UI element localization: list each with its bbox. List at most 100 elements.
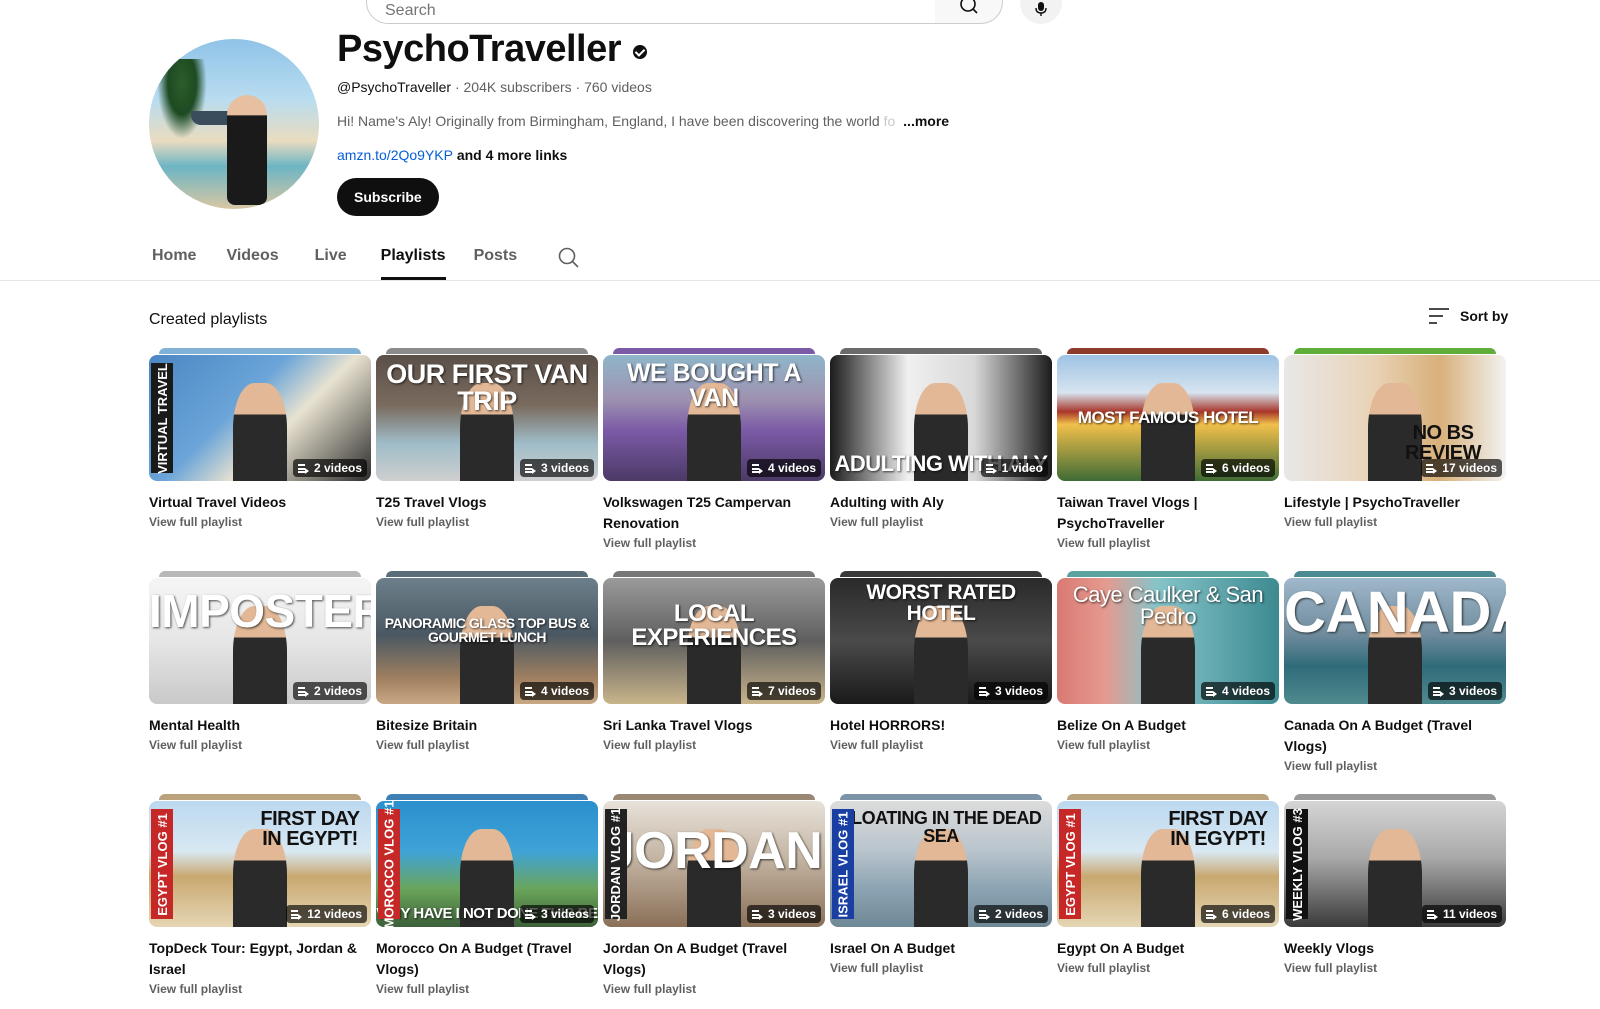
playlist-thumbnail[interactable]: NO BS REVIEW 17 videos <box>1284 355 1506 481</box>
playlist-thumbnail-stack[interactable]: LET'S REVISIT VIRTUAL TRAVEL 2 videos <box>149 348 371 482</box>
playlist-thumbnail[interactable]: LOCAL EXPERIENCES 7 videos <box>603 578 825 704</box>
voice-search-button[interactable] <box>1020 0 1062 24</box>
playlist-title[interactable]: Hotel HORRORS! <box>830 715 1052 736</box>
view-full-playlist-link[interactable]: View full playlist <box>830 515 1052 529</box>
tab-posts[interactable]: Posts <box>474 238 518 280</box>
tab-live[interactable]: Live <box>315 238 347 280</box>
playlist-card[interactable]: WE BOUGHT A VAN 4 videos Volkswagen T25 … <box>603 348 825 571</box>
playlist-title[interactable]: Adulting with Aly <box>830 492 1052 513</box>
playlist-thumbnail-stack[interactable]: WE BOUGHT A VAN 4 videos <box>603 348 825 482</box>
playlist-card[interactable]: LOCAL EXPERIENCES 7 videos Sri Lanka Tra… <box>603 571 825 794</box>
playlist-thumbnail[interactable]: PANORAMIC GLASS TOP BUS & GOURMET LUNCH … <box>376 578 598 704</box>
playlist-title[interactable]: Bitesize Britain <box>376 715 598 736</box>
playlist-card[interactable]: FIRST DAY IN EGYPT! EGYPT VLOG #1 6 vide… <box>1057 794 1279 1009</box>
playlist-thumbnail-stack[interactable]: WEEKLY VLOG #3 11 videos <box>1284 794 1506 928</box>
view-full-playlist-link[interactable]: View full playlist <box>603 536 825 550</box>
playlist-thumbnail[interactable]: ADULTING WITH ALY 1 video <box>830 355 1052 481</box>
view-full-playlist-link[interactable]: View full playlist <box>1057 961 1279 975</box>
view-full-playlist-link[interactable]: View full playlist <box>376 738 598 752</box>
playlist-thumbnail-stack[interactable]: ADULTING WITH ALY 1 video <box>830 348 1052 482</box>
search-input[interactable] <box>367 0 935 23</box>
playlist-title[interactable]: Jordan On A Budget (Travel Vlogs) <box>603 938 825 980</box>
playlist-card[interactable]: OUR FIRST VAN TRIP 3 videos T25 Travel V… <box>376 348 598 571</box>
playlist-thumbnail-stack[interactable]: WORST RATED HOTEL 3 videos <box>830 571 1052 705</box>
playlist-thumbnail-stack[interactable]: PANORAMIC GLASS TOP BUS & GOURMET LUNCH … <box>376 571 598 705</box>
playlist-title[interactable]: Egypt On A Budget <box>1057 938 1279 959</box>
playlist-thumbnail[interactable]: FLOATING IN THE DEAD SEA ISRAEL VLOG #1 … <box>830 801 1052 927</box>
more-links-button[interactable]: and 4 more links <box>453 147 568 163</box>
tab-playlists[interactable]: Playlists <box>380 238 446 280</box>
playlist-thumbnail-stack[interactable]: JORDAN JORDAN VLOG #1 3 videos <box>603 794 825 928</box>
playlist-thumbnail-stack[interactable]: Caye Caulker & San Pedro 4 videos <box>1057 571 1279 705</box>
playlist-thumbnail[interactable]: JORDAN JORDAN VLOG #1 3 videos <box>603 801 825 927</box>
channel-search-button[interactable] <box>558 247 580 274</box>
view-full-playlist-link[interactable]: View full playlist <box>603 738 825 752</box>
description-more-button[interactable]: ...more <box>903 113 949 129</box>
playlist-title[interactable]: Lifestyle | PsychoTraveller <box>1284 492 1506 513</box>
playlist-title[interactable]: Canada On A Budget (Travel Vlogs) <box>1284 715 1506 757</box>
playlist-title[interactable]: Israel On A Budget <box>830 938 1052 959</box>
playlist-title[interactable]: Morocco On A Budget (Travel Vlogs) <box>376 938 598 980</box>
playlist-thumbnail[interactable]: WORST RATED HOTEL 3 videos <box>830 578 1052 704</box>
sort-by-button[interactable]: Sort by <box>1428 307 1508 325</box>
playlist-thumbnail-stack[interactable]: FIRST DAY IN EGYPT! EGYPT VLOG #1 12 vid… <box>149 794 371 928</box>
view-full-playlist-link[interactable]: View full playlist <box>1057 738 1279 752</box>
playlist-thumbnail-stack[interactable]: FIRST DAY IN EGYPT! EGYPT VLOG #1 6 vide… <box>1057 794 1279 928</box>
playlist-title[interactable]: T25 Travel Vlogs <box>376 492 598 513</box>
playlist-title[interactable]: Mental Health <box>149 715 371 736</box>
playlist-card[interactable]: CANADA 3 videos Canada On A Budget (Trav… <box>1284 571 1506 794</box>
playlist-thumbnail[interactable]: LET'S REVISIT VIRTUAL TRAVEL 2 videos <box>149 355 371 481</box>
playlist-card[interactable]: ADULTING WITH ALY 1 video Adulting with … <box>830 348 1052 571</box>
playlist-card[interactable]: NO BS REVIEW 17 videos Lifestyle | Psych… <box>1284 348 1506 571</box>
playlist-thumbnail[interactable]: MOST FAMOUS HOTEL 6 videos <box>1057 355 1279 481</box>
tab-videos[interactable]: Videos <box>226 238 278 280</box>
playlist-thumbnail-stack[interactable]: NO BS REVIEW 17 videos <box>1284 348 1506 482</box>
view-full-playlist-link[interactable]: View full playlist <box>1057 536 1279 550</box>
playlist-thumbnail[interactable]: WE BOUGHT A VAN 4 videos <box>603 355 825 481</box>
playlist-card[interactable]: FIRST DAY IN EGYPT! EGYPT VLOG #1 12 vid… <box>149 794 371 1009</box>
search-button[interactable] <box>935 0 1003 24</box>
playlist-thumbnail-stack[interactable]: WHY HAVE I NOT DONE THIS BE MOROCCO VLOG… <box>376 794 598 928</box>
playlist-card[interactable]: WORST RATED HOTEL 3 videos Hotel HORRORS… <box>830 571 1052 794</box>
playlist-title[interactable]: Taiwan Travel Vlogs | PsychoTraveller <box>1057 492 1279 534</box>
channel-link[interactable]: amzn.to/2Qo9YKP <box>337 147 453 163</box>
playlist-thumbnail[interactable]: CANADA 3 videos <box>1284 578 1506 704</box>
playlist-card[interactable]: Caye Caulker & San Pedro 4 videos Belize… <box>1057 571 1279 794</box>
playlist-title[interactable]: TopDeck Tour: Egypt, Jordan & Israel <box>149 938 371 980</box>
channel-description[interactable]: Hi! Name's Aly! Originally from Birmingh… <box>337 113 949 129</box>
playlist-thumbnail[interactable]: IMPOSTER 2 videos <box>149 578 371 704</box>
playlist-thumbnail-stack[interactable]: MOST FAMOUS HOTEL 6 videos <box>1057 348 1279 482</box>
view-full-playlist-link[interactable]: View full playlist <box>149 982 371 996</box>
view-full-playlist-link[interactable]: View full playlist <box>830 738 1052 752</box>
playlist-title[interactable]: Volkswagen T25 Campervan Renovation <box>603 492 825 534</box>
playlist-thumbnail-stack[interactable]: CANADA 3 videos <box>1284 571 1506 705</box>
playlist-thumbnail[interactable]: Caye Caulker & San Pedro 4 videos <box>1057 578 1279 704</box>
playlist-thumbnail[interactable]: FIRST DAY IN EGYPT! EGYPT VLOG #1 6 vide… <box>1057 801 1279 927</box>
playlist-thumbnail-stack[interactable]: FLOATING IN THE DEAD SEA ISRAEL VLOG #1 … <box>830 794 1052 928</box>
playlist-title[interactable]: Belize On A Budget <box>1057 715 1279 736</box>
subscribe-button[interactable]: Subscribe <box>337 178 439 216</box>
playlist-card[interactable]: LET'S REVISIT VIRTUAL TRAVEL 2 videos Vi… <box>149 348 371 571</box>
view-full-playlist-link[interactable]: View full playlist <box>1284 759 1506 773</box>
view-full-playlist-link[interactable]: View full playlist <box>1284 961 1506 975</box>
view-full-playlist-link[interactable]: View full playlist <box>1284 515 1506 529</box>
tab-home[interactable]: Home <box>152 238 196 280</box>
playlist-thumbnail-stack[interactable]: IMPOSTER 2 videos <box>149 571 371 705</box>
view-full-playlist-link[interactable]: View full playlist <box>603 982 825 996</box>
playlist-thumbnail[interactable]: WHY HAVE I NOT DONE THIS BE MOROCCO VLOG… <box>376 801 598 927</box>
playlist-card[interactable]: FLOATING IN THE DEAD SEA ISRAEL VLOG #1 … <box>830 794 1052 1009</box>
playlist-thumbnail[interactable]: FIRST DAY IN EGYPT! EGYPT VLOG #1 12 vid… <box>149 801 371 927</box>
playlist-title[interactable]: Weekly Vlogs <box>1284 938 1506 959</box>
playlist-card[interactable]: PANORAMIC GLASS TOP BUS & GOURMET LUNCH … <box>376 571 598 794</box>
view-full-playlist-link[interactable]: View full playlist <box>149 515 371 529</box>
playlist-thumbnail[interactable]: OUR FIRST VAN TRIP 3 videos <box>376 355 598 481</box>
view-full-playlist-link[interactable]: View full playlist <box>376 515 598 529</box>
playlist-title[interactable]: Sri Lanka Travel Vlogs <box>603 715 825 736</box>
view-full-playlist-link[interactable]: View full playlist <box>830 961 1052 975</box>
view-full-playlist-link[interactable]: View full playlist <box>149 738 371 752</box>
playlist-card[interactable]: WHY HAVE I NOT DONE THIS BE MOROCCO VLOG… <box>376 794 598 1009</box>
playlist-title[interactable]: Virtual Travel Videos <box>149 492 371 513</box>
playlist-card[interactable]: IMPOSTER 2 videos Mental Health View ful… <box>149 571 371 794</box>
playlist-thumbnail[interactable]: WEEKLY VLOG #3 11 videos <box>1284 801 1506 927</box>
channel-avatar[interactable] <box>149 39 319 209</box>
